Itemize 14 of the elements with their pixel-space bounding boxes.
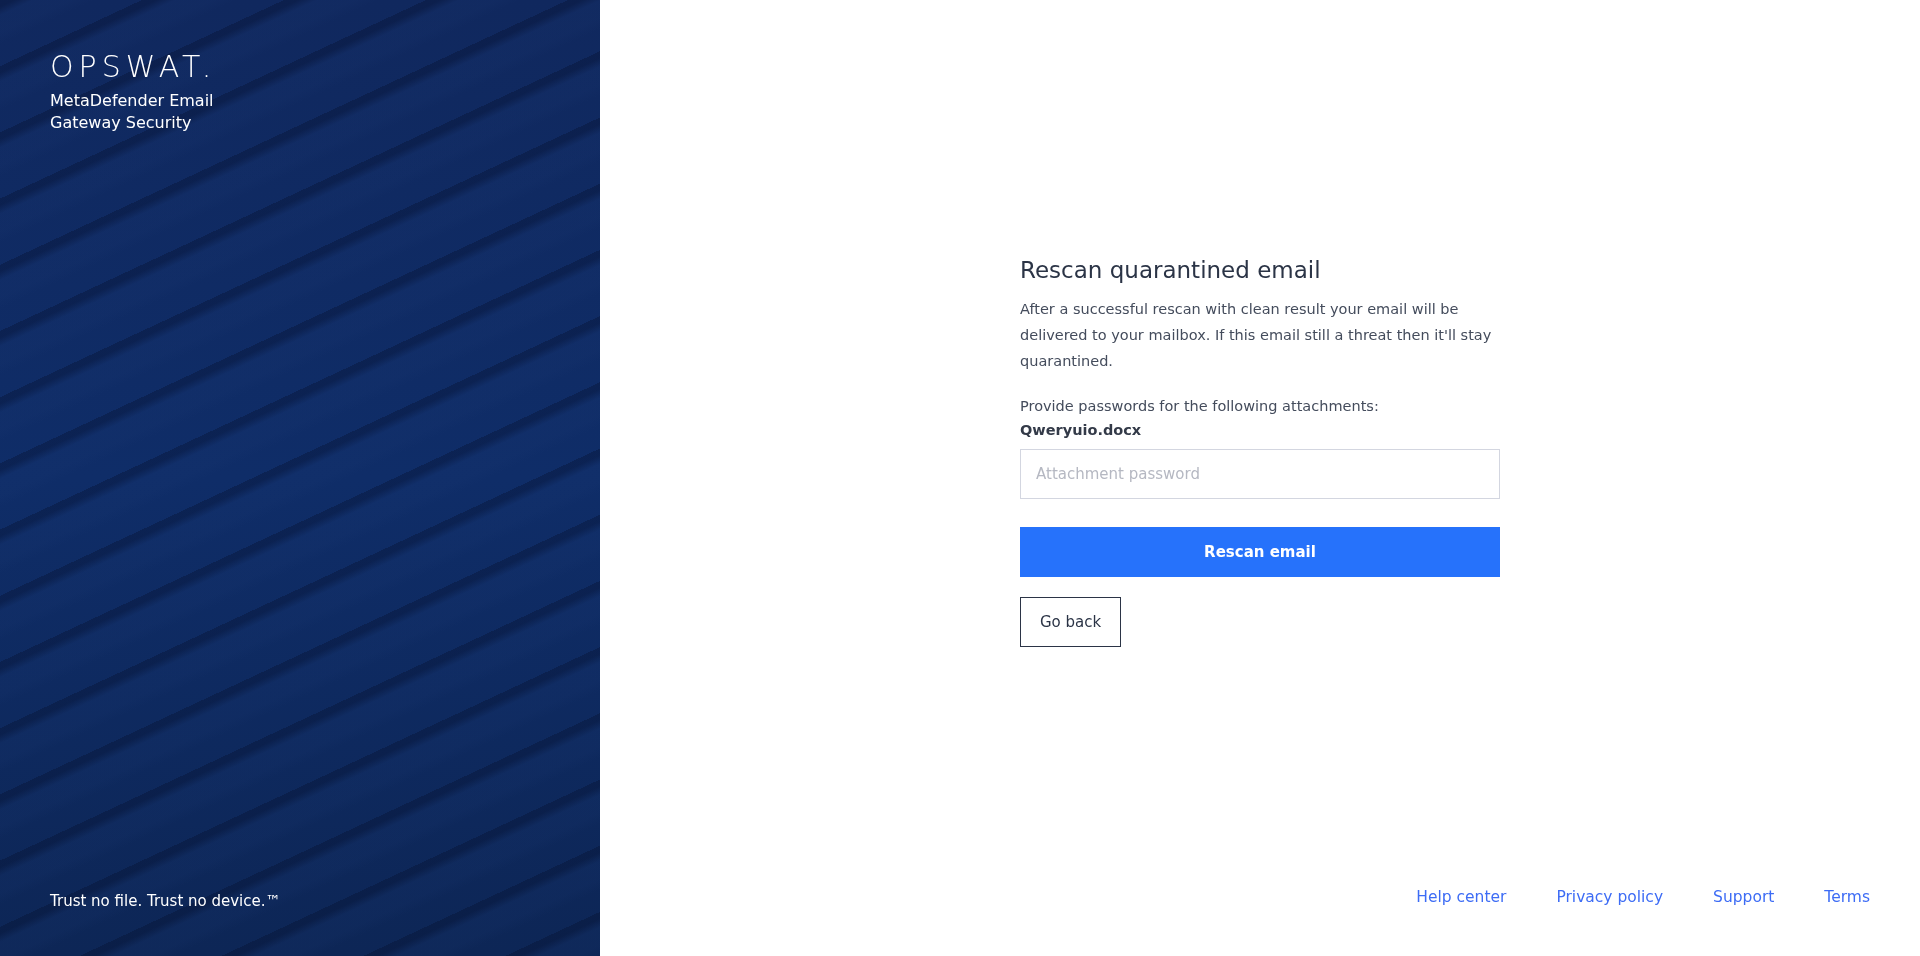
attachment-name: Qweryuio.docx <box>1020 421 1142 440</box>
product-name: MetaDefender Email Gateway Security <box>50 90 215 134</box>
tagline: Trust no file. Trust no device.™ <box>50 892 282 910</box>
rescan-button[interactable]: Rescan email <box>1020 527 1500 577</box>
go-back-button[interactable]: Go back <box>1020 597 1122 647</box>
footer-link[interactable]: Support <box>1713 888 1775 906</box>
footer-link[interactable]: Privacy policy <box>1556 888 1664 906</box>
form-title: Rescan quarantined email <box>1020 256 1321 285</box>
description: After a successful rescan with clean result your email will be delivered to your mailbox. If this email still a threat then it'll stay quarantined. <box>1020 300 1493 371</box>
footer-link[interactable]: Help center <box>1416 888 1507 906</box>
password-field[interactable]: Attachment password <box>1020 449 1500 499</box>
prompt-text: Provide passwords for the following attachments: <box>1020 397 1379 416</box>
logo: OPSWAT. <box>50 50 218 84</box>
footer-link[interactable]: Terms <box>1824 888 1870 906</box>
